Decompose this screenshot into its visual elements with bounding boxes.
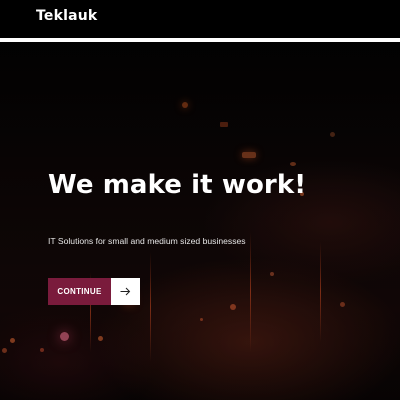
arrow-right-icon [111,278,140,305]
hero-subheadline: IT Solutions for small and medium sized … [48,236,246,246]
continue-button[interactable]: CONTINUE [48,278,140,305]
hero-section [0,42,400,400]
continue-button-label: CONTINUE [48,278,111,305]
hero-overlay [0,42,400,400]
site-header: Teklauk [0,0,400,38]
brand-logo[interactable]: Teklauk [36,8,97,24]
hero-headline: We make it work! [48,170,307,200]
